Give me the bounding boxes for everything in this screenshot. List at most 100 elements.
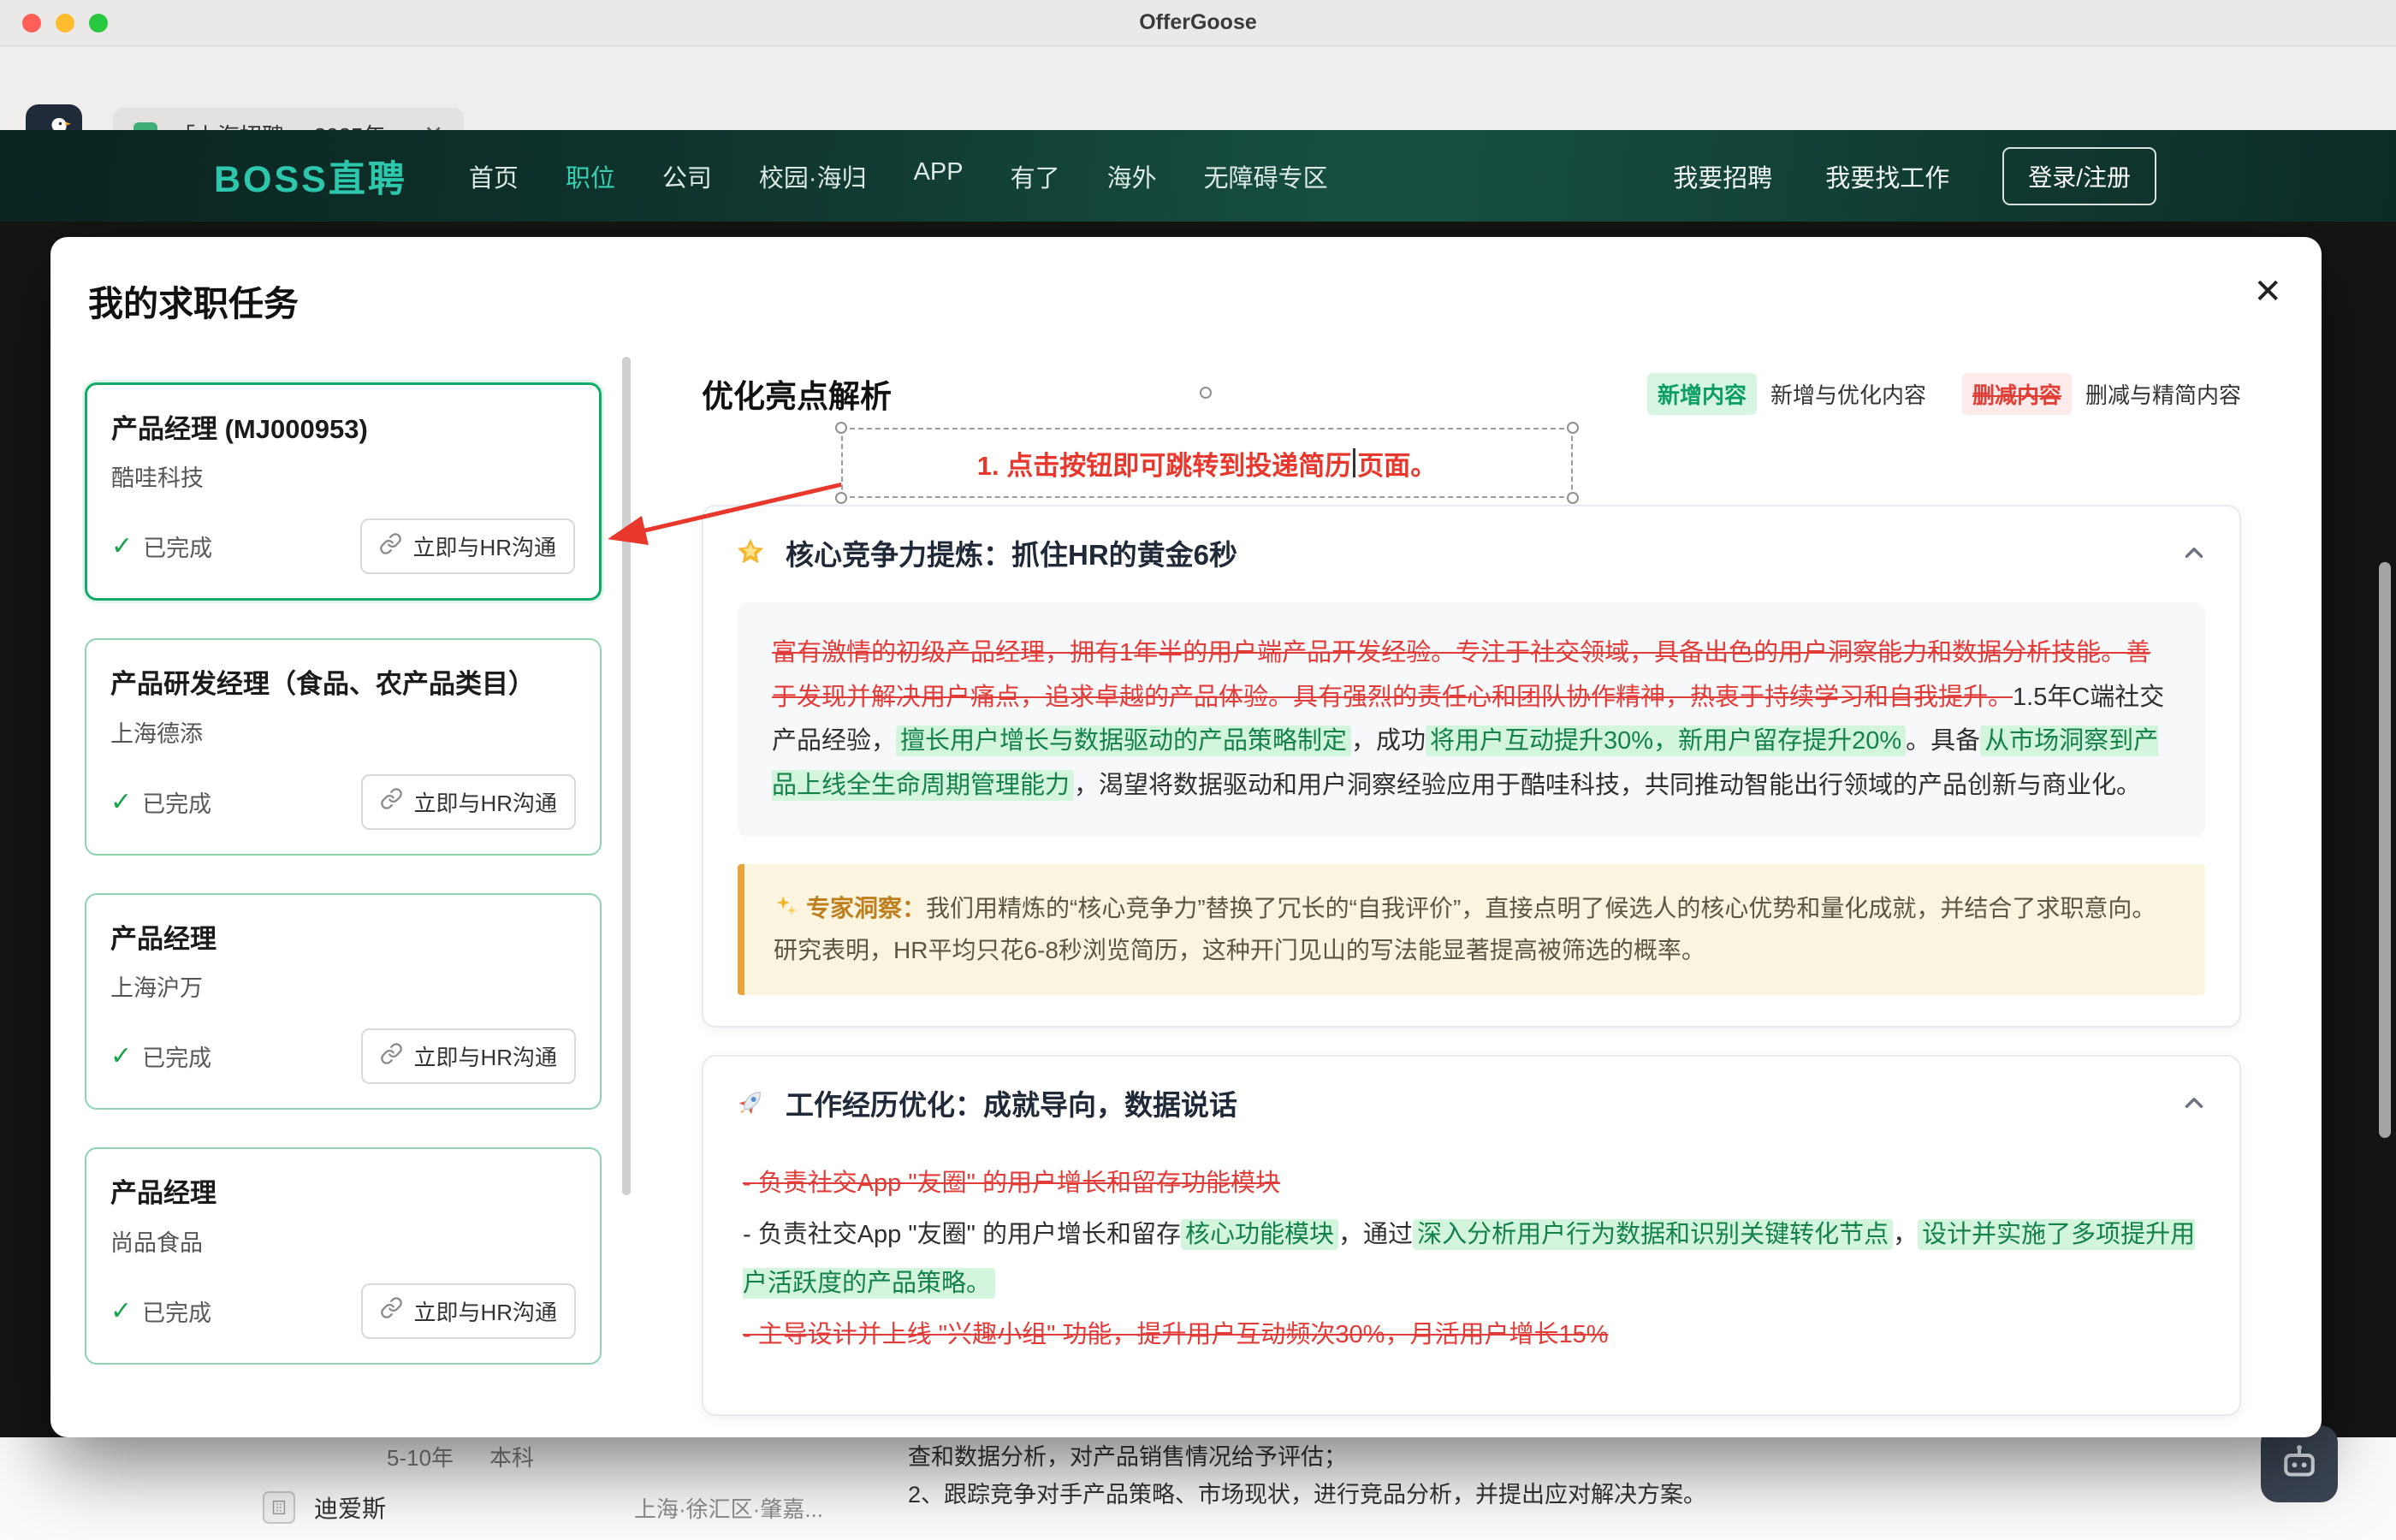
nav-item[interactable]: 公司: [662, 158, 712, 194]
header-link[interactable]: 我要找工作: [1825, 158, 1949, 194]
selection-handle[interactable]: [835, 422, 847, 434]
sparkles-icon: [774, 894, 799, 920]
job-list: 产品经理 (MJ000953) 酷哇科技 ✓ 已完成 立即与HR沟通 产品研发经理…: [85, 382, 602, 1402]
job-status: ✓ 已完成: [110, 1040, 211, 1073]
chat-with-hr-label: 立即与HR沟通: [413, 1040, 557, 1072]
legend-badge-added: 新增内容: [1647, 373, 1757, 415]
diff-line: - 负责社交App "友圈" 的用户增长和留存核心功能模块，通过深入分析用户行为…: [743, 1211, 2205, 1307]
diff-segment-normal: ，通过: [1338, 1221, 1413, 1248]
job-status: ✓ 已完成: [111, 530, 212, 563]
check-icon: ✓: [110, 1296, 132, 1326]
job-title: 产品研发经理（食品、农产品类目）: [110, 666, 576, 702]
chat-with-hr-label: 立即与HR沟通: [413, 1295, 557, 1327]
chat-with-hr-button[interactable]: 立即与HR沟通: [361, 1283, 576, 1339]
nav-item[interactable]: 无障碍专区: [1204, 158, 1328, 194]
page-scrollbar[interactable]: [2379, 562, 2391, 1138]
annotation-box[interactable]: 1. 点击按钮即可跳转到投递简历页面。: [841, 428, 1573, 498]
job-card[interactable]: 产品经理 (MJ000953) 酷哇科技 ✓ 已完成 立即与HR沟通: [85, 382, 602, 601]
company-location: 上海·徐汇区·肇嘉...: [634, 1492, 823, 1524]
background-page-strip: 5-10年 本科 查和数据分析，对产品销售情况给予评估； 2、跟踪竞争对手产品策…: [0, 1437, 2396, 1540]
boss-logo[interactable]: BOSS直聘: [214, 150, 407, 203]
nav-item[interactable]: 校园·海归: [759, 158, 867, 194]
diff-segment-normal: ，: [1893, 1221, 1918, 1248]
annotation-text: 1. 点击按钮即可跳转到投递简历: [977, 444, 1351, 483]
diff-segment-removed: 富有激情的初级产品经理，拥有1年半的用户端产品开发经验。专注于社交领域，具备出色…: [772, 639, 2150, 711]
job-title: 产品经理 (MJ000953): [111, 411, 575, 447]
legend-label: 删减与精简内容: [2085, 378, 2241, 410]
check-icon: ✓: [111, 531, 133, 561]
job-title: 产品经理: [110, 921, 576, 957]
link-icon: [380, 1296, 403, 1325]
chat-with-hr-button[interactable]: 立即与HR沟通: [361, 1028, 576, 1084]
modal-close-button[interactable]: ✕: [2253, 275, 2282, 309]
rotate-handle[interactable]: [1200, 387, 1212, 399]
selection-handle[interactable]: [1567, 492, 1579, 504]
modal-title: 我的求职任务: [88, 275, 299, 326]
expert-insight-text: 我们用精炼的“核心竞争力”替换了冗长的“自我评价”，直接点明了候选人的核心优势和…: [774, 895, 2156, 962]
diff-segment-normal: - 负责社交App "友圈" 的用户增长和留存: [743, 1221, 1181, 1248]
job-status-label: 已完成: [143, 530, 212, 563]
job-meta-degree: 本科: [489, 1441, 534, 1472]
zoom-window-button[interactable]: [89, 14, 108, 33]
job-status: ✓已完成: [110, 1294, 211, 1328]
job-meta-experience: 5-10年: [387, 1441, 454, 1472]
nav-item[interactable]: 有了: [1011, 158, 1060, 194]
rocket-icon: [734, 1087, 767, 1119]
selection-handle[interactable]: [1567, 422, 1579, 434]
analysis-section: 工作经历优化：成就导向，数据说话 - 负责社交App "友圈" 的用户增长和留存功…: [702, 1055, 2241, 1416]
login-register-button[interactable]: 登录/注册: [2002, 147, 2156, 205]
company-list-row[interactable]: 迪爱斯 上海·徐汇区·肇嘉...: [263, 1490, 823, 1525]
header-link[interactable]: 我要招聘: [1673, 158, 1772, 194]
close-window-button[interactable]: [22, 14, 41, 33]
page-detail-line: 查和数据分析，对产品销售情况给予评估；: [908, 1439, 1706, 1477]
section-title: 核心竞争力提炼：抓住HR的黄金6秒: [786, 532, 2161, 573]
nav-item[interactable]: 海外: [1107, 158, 1157, 194]
browser-tabbar: 「上海招聘」-2025年... ✕: [0, 46, 2396, 130]
nav-item[interactable]: APP: [914, 158, 964, 194]
resume-summary-diff: 富有激情的初级产品经理，拥有1年半的用户端产品开发经验。专注于社交领域，具备出色…: [738, 602, 2205, 837]
diff-segment-added: 将用户互动提升30%，新用户留存提升20%: [1426, 726, 1906, 756]
macos-titlebar: OfferGoose: [0, 0, 2396, 46]
expert-insight: 专家洞察：我们用精炼的“核心竞争力”替换了冗长的“自我评价”，直接点明了候选人的…: [738, 864, 2205, 994]
nav-item[interactable]: 首页: [469, 158, 519, 194]
job-company: 酷哇科技: [111, 459, 575, 493]
diff-segment-removed: - 主导设计并上线 "兴趣小组" 功能，提升用户互动频次30%，月活用户增长15…: [743, 1321, 1609, 1348]
diff-line: - 负责社交App "友圈" 的用户增长和留存功能模块: [743, 1159, 2205, 1208]
legend-label: 新增与优化内容: [1770, 378, 1926, 410]
work-experience-diff: - 负责社交App "友圈" 的用户增长和留存功能模块 - 负责社交App "友圈…: [703, 1146, 2239, 1414]
legend-badge-removed: 删减内容: [1962, 373, 2072, 415]
analysis-sections: 核心竞争力提炼：抓住HR的黄金6秒富有激情的初级产品经理，拥有1年半的用户端产品…: [702, 505, 2241, 1437]
collapse-chevron-icon[interactable]: [2180, 538, 2209, 567]
chat-with-hr-label: 立即与HR沟通: [413, 786, 557, 818]
job-card[interactable]: 产品经理 上海沪万 ✓ 已完成 立即与HR沟通: [85, 893, 602, 1110]
section-title: 工作经历优化：成就导向，数据说话: [786, 1082, 2161, 1123]
nav-item[interactable]: 职位: [566, 158, 615, 194]
collapse-chevron-icon[interactable]: [2180, 1088, 2209, 1117]
chat-with-hr-button[interactable]: 立即与HR沟通: [360, 518, 575, 574]
company-logo-icon: [263, 1491, 295, 1524]
diff-segment-added: 核心功能模块: [1181, 1219, 1338, 1250]
diff-legend: 新增内容新增与优化内容 删减内容删减与精简内容: [1647, 373, 2241, 415]
job-status-label: 已完成: [142, 785, 211, 819]
job-status-label: 已完成: [142, 1040, 211, 1073]
minimize-window-button[interactable]: [56, 14, 74, 33]
job-card[interactable]: 产品经理 尚品食品 ✓已完成 立即与HR沟通: [85, 1147, 602, 1364]
job-card[interactable]: 产品研发经理（食品、农产品类目） 上海德添 ✓已完成 立即与HR沟通: [85, 638, 602, 855]
window-title: OfferGoose: [1139, 10, 1257, 35]
link-icon: [380, 787, 403, 816]
job-company: 尚品食品: [110, 1224, 576, 1258]
annotation-text-after: 页面。: [1357, 444, 1437, 483]
diff-segment-normal: 。具备: [1906, 727, 1980, 755]
diff-segment-added: 深入分析用户行为数据和识别关键转化节点: [1413, 1219, 1893, 1250]
expert-insight-label: 专家洞察：: [806, 895, 926, 921]
job-list-scrollbar[interactable]: [622, 357, 631, 1195]
check-icon: ✓: [110, 1041, 132, 1071]
selection-handle[interactable]: [835, 492, 847, 504]
diff-segment-removed: - 负责社交App "友圈" 的用户增长和留存功能模块: [743, 1170, 1280, 1197]
chat-with-hr-button[interactable]: 立即与HR沟通: [361, 774, 576, 830]
job-title: 产品经理: [110, 1175, 576, 1211]
link-icon: [379, 532, 402, 561]
job-company: 上海沪万: [110, 969, 576, 1003]
diff-line: - 主导设计并上线 "兴趣小组" 功能，提升用户互动频次30%，月活用户增长15…: [743, 1311, 2205, 1359]
star-icon: [734, 536, 767, 569]
